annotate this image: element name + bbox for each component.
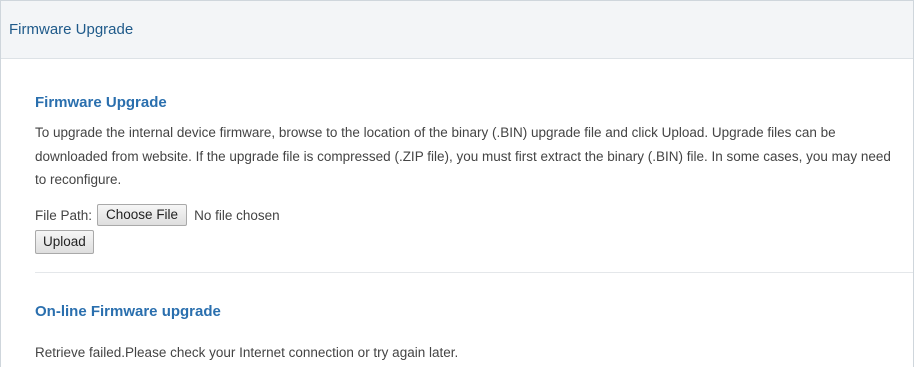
choose-file-button[interactable]: Choose File <box>97 204 188 226</box>
online-firmware-upgrade-heading: On-line Firmware upgrade <box>35 303 221 320</box>
file-path-label: File Path: <box>35 207 93 223</box>
file-path-row: File Path: Choose File No file chosen <box>35 203 280 227</box>
file-chosen-status: No file chosen <box>194 207 280 223</box>
firmware-upgrade-panel: Firmware Upgrade Firmware Upgrade To upg… <box>0 0 914 367</box>
panel-title: Firmware Upgrade <box>9 21 134 38</box>
firmware-upgrade-description: To upgrade the internal device firmware,… <box>35 125 891 187</box>
panel-header: Firmware Upgrade <box>1 1 913 59</box>
online-upgrade-status: Retrieve failed.Please check your Intern… <box>35 345 459 360</box>
section-divider <box>35 272 913 273</box>
firmware-upgrade-heading: Firmware Upgrade <box>35 94 167 111</box>
upload-button[interactable]: Upload <box>35 230 94 254</box>
